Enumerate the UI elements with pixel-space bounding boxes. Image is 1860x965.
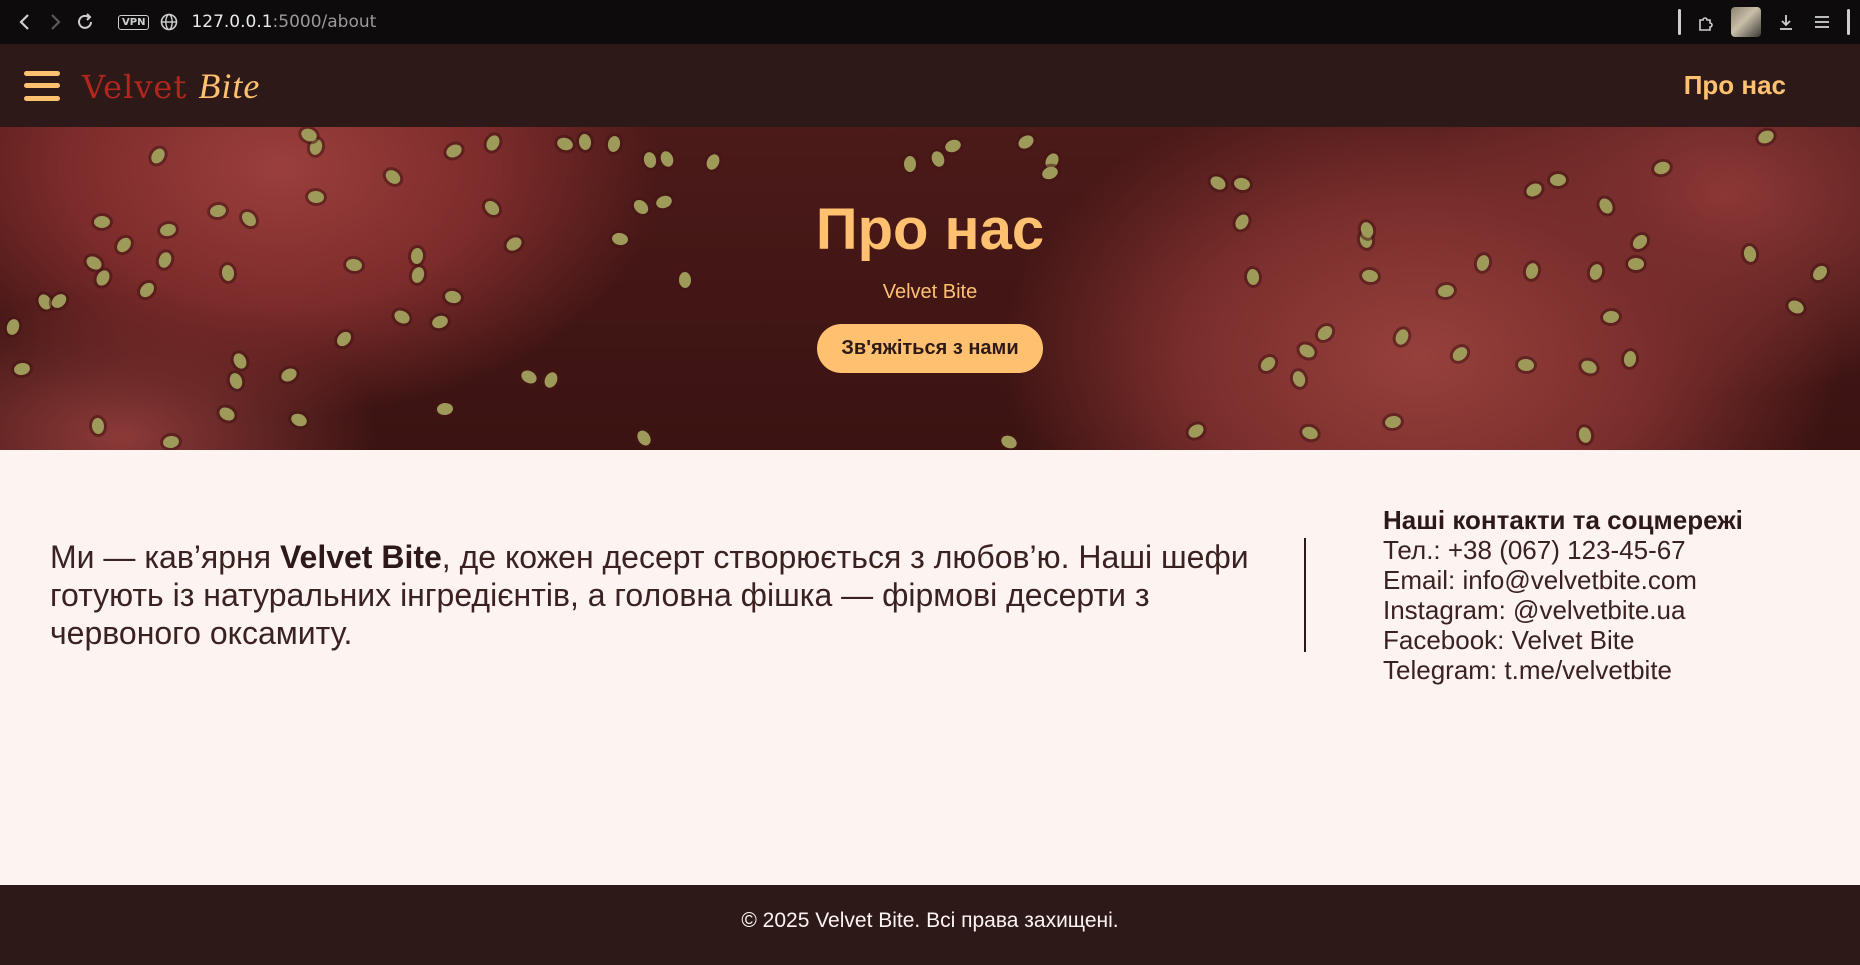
contact-facebook: Facebook: Velvet Bite: [1383, 625, 1635, 655]
logo-main: Velvet: [82, 67, 199, 106]
contact-instagram: Instagram: @velvetbite.ua: [1383, 595, 1686, 625]
site-footer: © 2025 Velvet Bite. Всі права захищені.: [0, 885, 1860, 965]
url-path: :5000/about: [272, 12, 377, 32]
forward-icon[interactable]: [40, 7, 70, 37]
contacts-block: Наші контакти та соцмережі Тел.: +38 (06…: [1383, 505, 1743, 685]
site-header: Velvet Bite Про нас: [0, 44, 1860, 127]
contact-email: Email: info@velvetbite.com: [1383, 565, 1697, 595]
profile-avatar[interactable]: [1731, 7, 1761, 37]
hamburger-menu-icon[interactable]: [24, 70, 60, 101]
logo-script: Bite: [198, 65, 261, 106]
about-text-before: Ми — кав’ярня: [50, 539, 280, 575]
about-section: Ми — кав’ярня Velvet Bite, де кожен десе…: [0, 450, 1860, 885]
globe-icon: [159, 12, 179, 32]
site-logo[interactable]: Velvet Bite: [82, 65, 260, 107]
address-bar[interactable]: 127.0.0.1:5000/about: [191, 12, 376, 32]
url-host: 127.0.0.1: [191, 12, 273, 32]
reload-icon[interactable]: [70, 7, 100, 37]
about-brand: Velvet Bite: [279, 539, 442, 575]
download-icon[interactable]: [1775, 11, 1797, 33]
toolbar-separator: [1678, 9, 1681, 35]
about-paragraph: Ми — кав’ярня Velvet Bite, де кожен десе…: [50, 538, 1260, 885]
browser-toolbar: VPN 127.0.0.1:5000/about: [0, 0, 1860, 44]
footer-copyright: © 2025 Velvet Bite. Всі права захищені.: [741, 909, 1119, 932]
nav-link-about[interactable]: Про нас: [1684, 70, 1786, 101]
hero-subtitle: Velvet Bite: [882, 281, 978, 303]
vertical-divider: [1304, 538, 1306, 652]
hero-banner: Про нас Velvet Bite Зв'яжіться з нами: [0, 127, 1860, 450]
vpn-badge[interactable]: VPN: [118, 14, 150, 30]
back-icon[interactable]: [10, 7, 40, 37]
extensions-icon[interactable]: [1695, 11, 1717, 33]
hero-title: Про нас: [815, 197, 1045, 262]
menu-icon[interactable]: [1811, 11, 1833, 33]
toolbar-edge: [1847, 9, 1850, 35]
contact-us-button[interactable]: Зв'яжіться з нами: [817, 324, 1043, 373]
contact-phone: Тел.: +38 (067) 123-45-67: [1383, 535, 1686, 565]
contact-telegram: Telegram: t.me/velvetbite: [1383, 655, 1673, 685]
contacts-title: Наші контакти та соцмережі: [1383, 505, 1743, 535]
